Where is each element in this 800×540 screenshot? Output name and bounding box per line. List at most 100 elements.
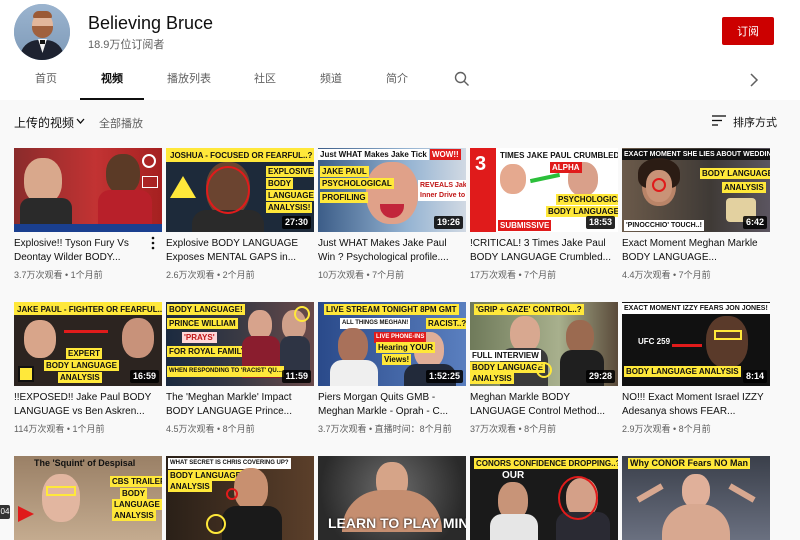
thumbnail-caption: ANALYSIS [168, 481, 212, 492]
thumbnail-caption: Inner Drive to [418, 190, 466, 201]
thumbnail-caption: OUR [502, 470, 525, 481]
video-title[interactable]: Explosive!! Tyson Fury Vs Deontay Wilder… [14, 237, 160, 265]
video-duration: 11:59 [282, 370, 311, 383]
thumbnail-caption: SUBMISSIVE [498, 220, 552, 231]
tab-videos[interactable]: 视频 [80, 62, 144, 100]
thumbnail-caption: Hearing YOUR [376, 342, 435, 353]
search-icon[interactable] [454, 71, 470, 87]
thumbnail-caption: ANALYSIS [112, 510, 156, 521]
thumbnail-caption: EXACT MOMENT IZZY FEARS JON JONES! [622, 303, 770, 314]
thumbnail-caption: BODY [266, 178, 294, 189]
video-title[interactable]: !!EXPOSED!! Jake Paul BODY LANGUAGE vs B… [14, 391, 160, 419]
video-title[interactable]: Piers Morgan Quits GMB - Meghan Markle -… [318, 391, 464, 419]
thumbnail-caption: BODY LANGUAGE [470, 362, 545, 373]
tab-home[interactable]: 首页 [22, 62, 70, 100]
video-meta: 4.5万次观看 • 8个月前 [166, 424, 255, 434]
video-thumbnail[interactable]: LEARN TO PLAY MIND [318, 456, 466, 540]
thumbnail-caption: Why CONOR Fears NO Man [628, 458, 751, 469]
view-count: 3.7万次观看 [14, 270, 63, 280]
thumbnail-caption: BODY LANGUAGE! [167, 304, 245, 315]
video-title[interactable]: Exact Moment Meghan Markle BODY LANGUAGE… [622, 237, 768, 265]
edge-badge: 04 [0, 505, 10, 519]
video-thumbnail[interactable]: WHAT SECRET IS CHRIS COVERING UP? BODY L… [166, 456, 314, 540]
view-count: 114万次观看 [14, 424, 65, 434]
thumbnail-caption: BODY LANGUAGE [168, 470, 243, 481]
thumbnail-caption: PSYCHOLOGICAL [320, 178, 394, 189]
thumbnail-caption: 'PRAYS' [182, 332, 217, 343]
thumbnail-caption: 'GRIP + GAZE' CONTROL..? [474, 304, 584, 315]
video-thumbnail[interactable]: 'GRIP + GAZE' CONTROL..? FULL INTERVIEW … [470, 302, 618, 386]
video-title[interactable]: The 'Meghan Markle' Impact BODY LANGUAGE… [166, 391, 312, 419]
thumbnail-caption: JAKE PAUL [320, 166, 369, 177]
video-thumbnail[interactable]: LIVE STREAM TONIGHT 8PM GMT RACIST..? AL… [318, 302, 466, 386]
tab-community[interactable]: 社区 [240, 62, 290, 100]
sort-button[interactable]: 排序方式 [733, 114, 777, 130]
video-thumbnail[interactable]: Just WHAT Makes Jake Tick WOW!! JAKE PAU… [318, 148, 466, 232]
thumbnail-caption: BODY [120, 488, 148, 499]
video-thumbnail[interactable]: 3 TIMES JAKE PAUL CRUMBLED..? ALPHA PSYC… [470, 148, 618, 232]
video-meta: 2.9万次观看 • 8个月前 [622, 424, 711, 434]
thumbnail-caption: ANALYSIS! [266, 202, 313, 213]
tab-about[interactable]: 简介 [372, 62, 422, 100]
video-thumbnail[interactable]: JOSHUA - FOCUSED OR FEARFUL..? EXPLOSIVE… [166, 148, 314, 232]
video-title[interactable]: Just WHAT Makes Jake Paul Win ? Psycholo… [318, 237, 464, 265]
thumbnail-caption: BODY LANGUAGE [44, 360, 119, 371]
thumbnail-caption: WOW!! [430, 149, 461, 160]
chevron-right-icon[interactable] [748, 72, 760, 88]
video-meta: 4.4万次观看 • 7个月前 [622, 270, 711, 280]
upload-age: 7个月前 [678, 270, 711, 280]
uploads-dropdown[interactable]: 上传的视频 [14, 114, 74, 131]
video-duration: 29:28 [585, 370, 615, 383]
subscribe-button[interactable]: 订阅 [722, 17, 774, 45]
video-duration: 27:30 [281, 216, 311, 229]
sort-icon[interactable] [712, 115, 726, 126]
chevron-down-icon[interactable] [76, 118, 85, 124]
upload-age: 8个月前 [222, 424, 255, 434]
thumbnail-caption: FOR ROYAL FAMILY [167, 346, 249, 357]
channel-header: Believing Bruce 18.9万位订阅者 订阅 首页 视频 播放列表 … [0, 0, 800, 100]
thumbnail-caption: Just WHAT Makes Jake Tick [318, 149, 429, 160]
video-thumbnail[interactable]: EXACT MOMENT IZZY FEARS JON JONES! UFC 2… [622, 302, 770, 386]
thumbnail-caption: Views! [382, 354, 412, 365]
more-vert-icon[interactable] [150, 236, 156, 250]
video-thumbnail[interactable]: EXACT MOMENT SHE LIES ABOUT WEDDING! BOD… [622, 148, 770, 232]
video-thumbnail[interactable]: CONORS CONFIDENCE DROPPING..? OUR [470, 456, 618, 540]
video-duration: 16:59 [129, 370, 159, 383]
video-duration: 1:52:25 [425, 370, 463, 383]
video-meta: 10万次观看 • 7个月前 [318, 270, 405, 280]
video-duration: 18:53 [585, 216, 615, 229]
subscriber-count: 18.9万位订阅者 [88, 39, 165, 51]
upload-age: 1个月前 [72, 424, 105, 434]
video-title[interactable]: NO!!! Exact Moment Israel IZZY Adesanya … [622, 391, 768, 419]
thumbnail-caption: JAKE PAUL - FIGHTER OR FEARFUL..? [15, 304, 162, 315]
video-title[interactable]: Explosive BODY LANGUAGE Exposes MENTAL G… [166, 237, 312, 265]
view-count: 2.9万次观看 [622, 424, 671, 434]
tab-playlists[interactable]: 播放列表 [158, 62, 220, 100]
thumbnail-caption: WHAT SECRET IS CHRIS COVERING UP? [168, 458, 291, 469]
thumbnail-caption: LEARN TO PLAY MIND [328, 515, 466, 531]
view-count: 37万次观看 [470, 424, 517, 434]
upload-age: 8个月前 [678, 424, 711, 434]
video-thumbnail[interactable]: BODY LANGUAGE! PRINCE WILLIAM 'PRAYS' FO… [166, 302, 314, 386]
thumbnail-caption: RACIST..? [426, 318, 466, 329]
video-thumbnail[interactable] [14, 148, 162, 232]
channel-tabs: 首页 视频 播放列表 社区 频道 简介 [0, 62, 800, 100]
upload-age: 7个月前 [372, 270, 405, 280]
video-meta: 37万次观看 • 8个月前 [470, 424, 557, 434]
play-all-button[interactable]: 全部播放 [99, 115, 143, 131]
thumbnail-caption: ANALYSIS [470, 373, 514, 384]
avatar[interactable] [14, 4, 70, 60]
thumbnail-caption: TIMES JAKE PAUL CRUMBLED..? [498, 150, 618, 161]
video-duration: 6:42 [742, 216, 767, 229]
video-title[interactable]: !CRITICAL! 3 Times Jake Paul BODY LANGUA… [470, 237, 616, 265]
tab-channels[interactable]: 频道 [306, 62, 356, 100]
video-duration: 8:14 [742, 370, 767, 383]
thumbnail-caption: 'PINOCCHIO' TOUCH..! [624, 220, 704, 231]
video-thumbnail[interactable]: Why CONOR Fears NO Man [622, 456, 770, 540]
thumbnail-caption: LANGUAGE [266, 190, 314, 201]
thumbnail-caption: FULL INTERVIEW [470, 350, 541, 361]
video-title[interactable]: Meghan Markle BODY LANGUAGE Control Meth… [470, 391, 616, 419]
view-count: 3.7万次观看 [318, 424, 367, 434]
video-thumbnail[interactable]: JAKE PAUL - FIGHTER OR FEARFUL..? EXPERT… [14, 302, 162, 386]
video-thumbnail[interactable]: The 'Squint' of Despisal CBS TRAILER BOD… [14, 456, 162, 540]
